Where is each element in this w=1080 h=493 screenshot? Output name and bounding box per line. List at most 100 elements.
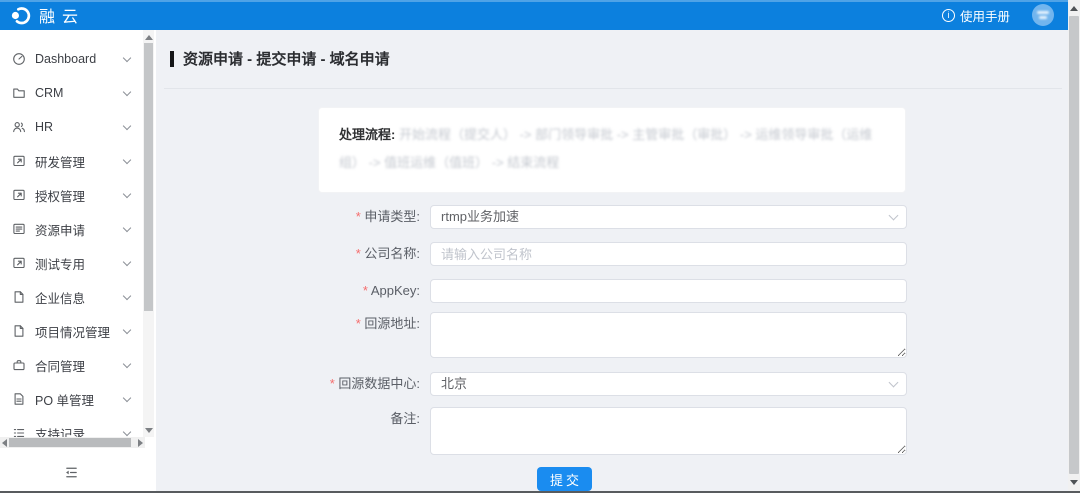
sidebar-item-label: HR <box>35 120 53 134</box>
chevron-down-icon <box>123 156 131 164</box>
chevron-down-icon <box>123 258 131 266</box>
origin-datacenter-value: 北京 <box>441 376 467 391</box>
submit-button[interactable]: 提交 <box>537 467 592 491</box>
chevron-down-icon <box>123 224 131 232</box>
sidebar-item-hr[interactable]: HR <box>0 110 156 144</box>
scroll-left-icon[interactable] <box>0 437 9 448</box>
scrollbar-thumb[interactable] <box>1069 16 1079 474</box>
chevron-down-icon <box>123 54 131 62</box>
chevron-down-icon <box>123 326 131 334</box>
origin-datacenter-label: 回源数据中心: <box>317 372 430 396</box>
file-text-icon <box>12 392 26 406</box>
people-icon <box>12 120 26 134</box>
apply-type-label: 申请类型: <box>317 205 430 229</box>
chevron-down-icon <box>123 292 131 300</box>
chevron-down-icon <box>123 88 131 96</box>
sidebar-vertical-scrollbar[interactable] <box>143 30 154 437</box>
chevron-down-icon <box>889 378 899 388</box>
scroll-down-icon[interactable] <box>143 424 154 436</box>
topbar-right: 使用手册 <box>942 4 1054 26</box>
folder-icon <box>12 86 26 100</box>
logo[interactable]: 融云 <box>10 3 85 27</box>
title-accent-bar <box>170 51 174 67</box>
briefcase-icon <box>12 358 26 372</box>
form-row-submit: 提交 <box>317 467 907 491</box>
sidebar-item-resource-apply[interactable]: 资源申请 <box>0 212 156 246</box>
scroll-down-icon[interactable] <box>1068 476 1080 488</box>
form-icon <box>12 222 26 236</box>
company-name-label: 公司名称: <box>317 242 430 266</box>
origin-address-textarea[interactable] <box>430 312 907 358</box>
scroll-up-icon[interactable] <box>1068 2 1080 14</box>
remark-textarea[interactable] <box>430 407 907 455</box>
sidebar-item-label: 授权管理 <box>35 186 85 205</box>
form-row-company-name: 公司名称: <box>317 242 907 266</box>
chevron-down-icon <box>123 428 131 436</box>
sidebar-item-label: 项目情况管理 <box>35 322 110 341</box>
chevron-down-icon <box>123 190 131 198</box>
avatar[interactable] <box>1032 4 1054 26</box>
logo-text: 融云 <box>39 3 85 27</box>
page-title-row: 资源申请 - 提交申请 - 域名申请 <box>170 48 1068 69</box>
sidebar-item-label: 测试专用 <box>35 254 85 273</box>
sidebar-item-label: 企业信息 <box>35 288 85 307</box>
page-title: 资源申请 - 提交申请 - 域名申请 <box>183 48 390 69</box>
scrollbar-thumb[interactable] <box>9 438 131 447</box>
sidebar-item-project-status[interactable]: 项目情况管理 <box>0 314 156 348</box>
sidebar-item-dashboard[interactable]: Dashboard <box>0 42 156 76</box>
screen-cursor-icon <box>12 188 26 202</box>
origin-datacenter-select[interactable]: 北京 <box>430 372 907 396</box>
chevron-down-icon <box>889 211 899 221</box>
sidebar-item-label: 合同管理 <box>35 356 85 375</box>
dashboard-icon <box>12 52 26 66</box>
remark-label: 备注: <box>317 407 430 431</box>
sidebar-collapse-button[interactable] <box>62 463 80 481</box>
appkey-input[interactable] <box>430 279 907 303</box>
sidebar-item-contract-management[interactable]: 合同管理 <box>0 348 156 382</box>
appkey-label: AppKey: <box>317 279 430 303</box>
form-row-origin-datacenter: 回源数据中心: 北京 <box>317 372 907 396</box>
sidebar: Dashboard CRM HR <box>0 30 156 491</box>
scroll-up-icon[interactable] <box>143 31 154 43</box>
sidebar-item-license-management[interactable]: 授权管理 <box>0 178 156 212</box>
app-window: 融云 使用手册 Dashboard CRM <box>0 0 1080 493</box>
chevron-down-icon <box>123 360 131 368</box>
sidebar-item-label: 资源申请 <box>35 220 85 239</box>
chevron-down-icon <box>123 122 131 130</box>
form-row-origin-address: 回源地址: <box>317 312 907 358</box>
sidebar-item-label: 研发管理 <box>35 152 85 171</box>
topbar: 融云 使用手册 <box>0 0 1068 30</box>
sidebar-item-label: CRM <box>35 86 63 100</box>
process-flow-card: 处理流程: 开始流程（提交人） -> 部门领导审批 -> 主管审批（审批） ->… <box>318 107 906 193</box>
origin-address-label: 回源地址: <box>317 312 430 336</box>
sidebar-item-rd-management[interactable]: 研发管理 <box>0 144 156 178</box>
sidebar-item-test-only[interactable]: 测试专用 <box>0 246 156 280</box>
rongcloud-logo-icon <box>10 5 31 26</box>
screen-cursor-icon <box>12 154 26 168</box>
scroll-right-icon[interactable] <box>136 437 145 448</box>
sidebar-item-po-management[interactable]: PO 单管理 <box>0 382 156 416</box>
document-icon <box>12 290 26 304</box>
company-name-input[interactable] <box>430 242 907 266</box>
form-row-remark: 备注: <box>317 407 907 455</box>
apply-type-select[interactable]: rtmp业务加速 <box>430 205 907 229</box>
apply-form: 申请类型: rtmp业务加速 公司名称: AppKey: <box>317 205 907 491</box>
scrollbar-thumb[interactable] <box>144 43 153 311</box>
sidebar-horizontal-scrollbar[interactable] <box>0 437 145 448</box>
process-flow-label: 处理流程: <box>339 127 395 142</box>
main-content: 资源申请 - 提交申请 - 域名申请 处理流程: 开始流程（提交人） -> 部门… <box>156 30 1068 491</box>
sidebar-item-label: Dashboard <box>35 52 96 66</box>
menu-fold-icon <box>64 465 79 480</box>
process-flow-text: 开始流程（提交人） -> 部门领导审批 -> 主管审批（审批） -> 运维领导审… <box>339 127 872 170</box>
chevron-down-icon <box>123 394 131 402</box>
sidebar-menu: Dashboard CRM HR <box>0 30 156 450</box>
sidebar-item-crm[interactable]: CRM <box>0 76 156 110</box>
sidebar-item-label: PO 单管理 <box>35 390 94 409</box>
apply-type-value: rtmp业务加速 <box>441 209 519 224</box>
sidebar-item-company-info[interactable]: 企业信息 <box>0 280 156 314</box>
info-icon <box>942 9 955 22</box>
title-divider <box>164 88 1062 89</box>
form-row-apply-type: 申请类型: rtmp业务加速 <box>317 205 907 229</box>
manual-link[interactable]: 使用手册 <box>960 6 1010 25</box>
window-scrollbar[interactable] <box>1068 0 1080 491</box>
